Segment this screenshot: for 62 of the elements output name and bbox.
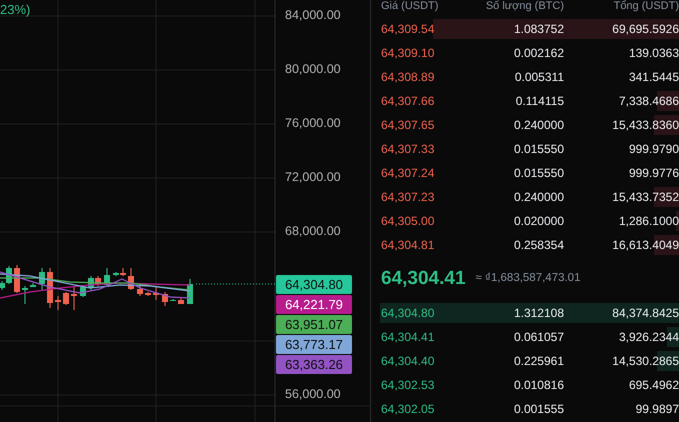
- last-price: 64,304.41: [381, 266, 466, 291]
- price-tag: 63,951.07: [276, 315, 352, 334]
- column-header: Số lượng (BTC): [484, 0, 564, 14]
- price-cell[interactable]: 64,304.40: [381, 349, 481, 373]
- price-cell[interactable]: 64,307.65: [381, 113, 481, 137]
- amount-cell-text: 1.083752: [512, 21, 564, 38]
- amount-cell-text: 0.015550: [512, 165, 564, 182]
- price-cell[interactable]: 64,307.24: [381, 161, 481, 185]
- total-cell-text: 15,433.8360: [611, 117, 679, 134]
- price-tag: 64,221.79: [276, 295, 352, 314]
- axis-label: 56,000.00: [285, 387, 341, 402]
- total-cell-text: 3,926.2344: [618, 329, 679, 346]
- total-cell-text: 999.9776: [628, 165, 679, 182]
- total-cell-text: 99.9897: [634, 401, 679, 418]
- amount-cell-text: 0.010816: [512, 377, 564, 394]
- column-header: Giá (USDT): [381, 0, 440, 14]
- price-cell[interactable]: 64,304.80: [381, 301, 481, 325]
- amount-cell-text: 0.225961: [512, 353, 564, 370]
- amount-cell-text: 0.240000: [512, 189, 564, 206]
- total-cell-text: 1,286.1000: [618, 213, 679, 230]
- axis-label: 72,000.00: [285, 170, 341, 185]
- axis-label: 76,000.00: [285, 116, 341, 131]
- amount-cell-text: 0.061057: [512, 329, 564, 346]
- amount-cell-text: 0.258354: [512, 237, 564, 254]
- total-cell-text: 139.0363: [628, 45, 679, 62]
- price-cell[interactable]: 64,304.81: [381, 233, 481, 257]
- amount-cell-text: 0.002162: [512, 45, 564, 62]
- amount-cell-text: 0.020000: [512, 213, 564, 230]
- price-cell[interactable]: 64,304.41: [381, 325, 481, 349]
- total-cell-text: 16,613.4049: [611, 237, 679, 254]
- price-tag: 63,363.26: [276, 355, 352, 374]
- axis-label: 80,000.00: [285, 62, 341, 77]
- amount-cell-text: 0.240000: [512, 117, 564, 134]
- total-cell-text: 7,338.4686: [618, 93, 679, 110]
- price-cell[interactable]: 64,302.05: [381, 397, 481, 421]
- amount-cell-text: 0.015550: [512, 141, 564, 158]
- column-header: Tổng (USDT): [612, 0, 679, 14]
- price-cell[interactable]: 64,307.33: [381, 137, 481, 161]
- amount-cell-text: 1.312108: [512, 305, 564, 322]
- price-cell[interactable]: 64,308.89: [381, 65, 481, 89]
- total-cell-text: 15,433.7352: [611, 189, 679, 206]
- total-cell-text: 69,695.5926: [611, 21, 679, 38]
- total-cell-text: 84,374.8425: [611, 305, 679, 322]
- price-tag: 64,304.80: [276, 275, 352, 294]
- fiat-price: ≈ ₫1,683,587,473.01: [476, 271, 580, 286]
- amount-cell-text: 0.001555: [512, 401, 564, 418]
- price-change-text: 23%): [0, 2, 30, 18]
- price-cell[interactable]: 64,307.66: [381, 89, 481, 113]
- total-cell-text: 695.4962: [628, 377, 679, 394]
- total-cell-text: 14,530.2865: [611, 353, 679, 370]
- price-cell[interactable]: 64,302.53: [381, 373, 481, 397]
- axis-label: 84,000.00: [285, 8, 341, 23]
- price-tag: 63,773.17: [276, 335, 352, 354]
- price-cell[interactable]: 64,307.23: [381, 185, 481, 209]
- total-cell-text: 999.9790: [628, 141, 679, 158]
- axis-label: 68,000.00: [285, 224, 341, 239]
- price-cell[interactable]: 64,305.00: [381, 209, 481, 233]
- amount-cell-text: 0.005311: [514, 69, 564, 86]
- amount-cell-text: 0.114115: [514, 93, 564, 110]
- total-cell-text: 341.5445: [628, 69, 679, 86]
- price-cell[interactable]: 64,309.10: [381, 41, 481, 65]
- price-cell[interactable]: 64,309.54: [381, 17, 481, 41]
